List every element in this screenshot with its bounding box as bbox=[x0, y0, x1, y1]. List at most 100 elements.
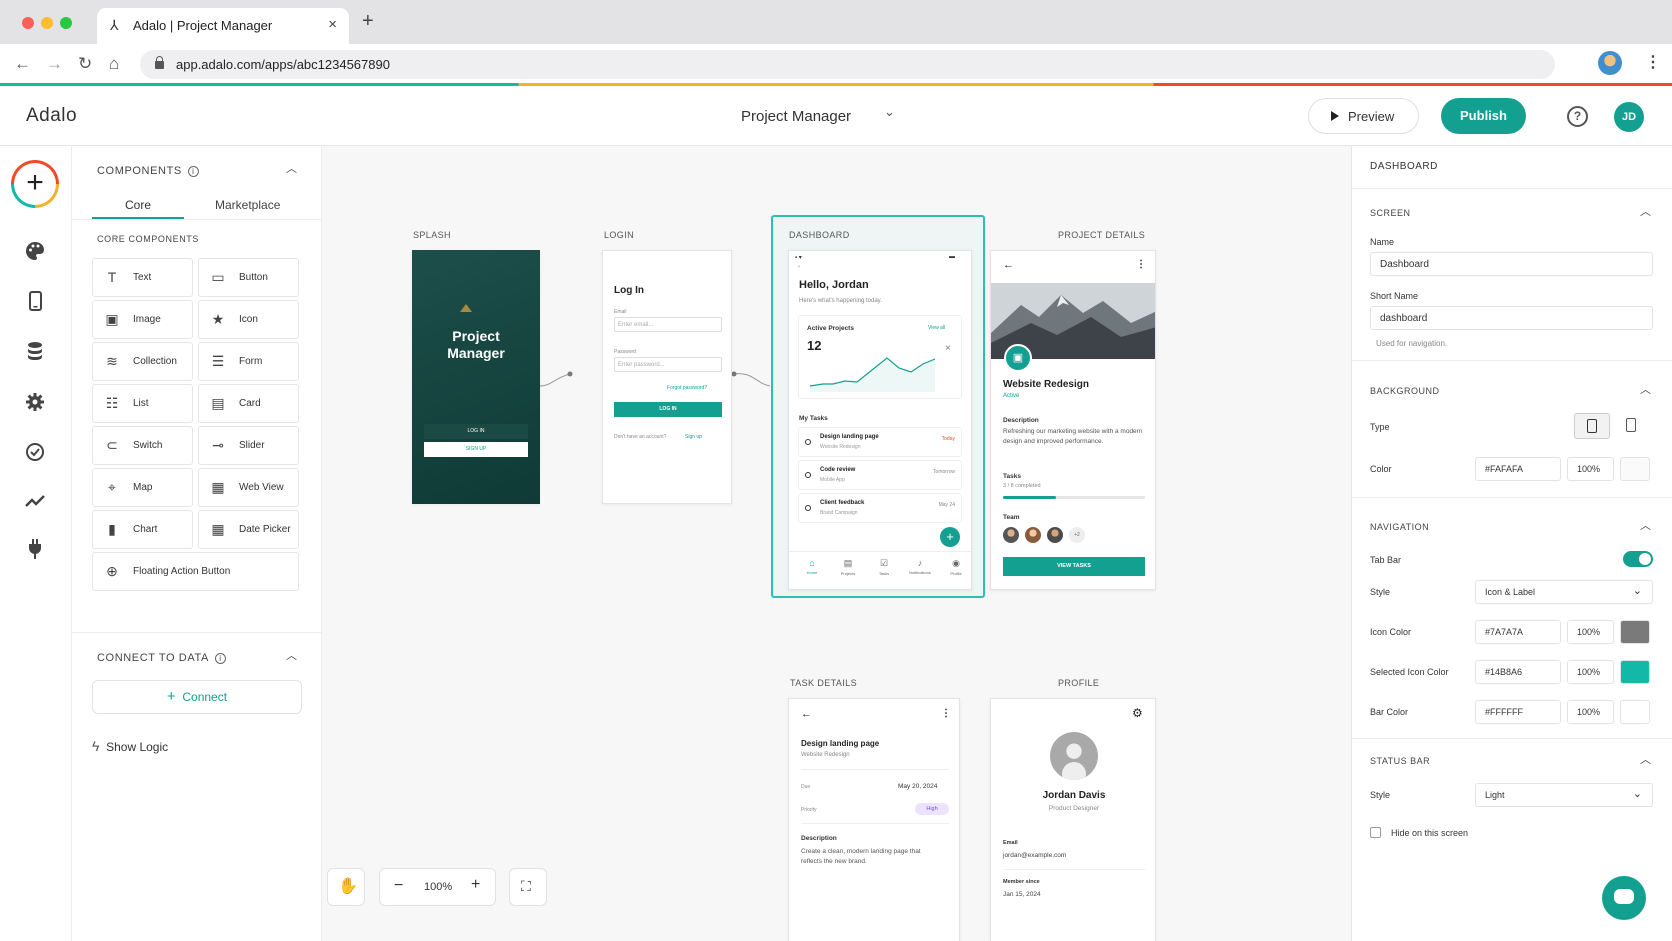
active-projects-card[interactable]: Active Projects View all 12 × bbox=[798, 315, 962, 399]
database-icon[interactable] bbox=[22, 340, 48, 366]
back-arrow-icon[interactable]: ← bbox=[1003, 259, 1014, 271]
show-logic-toggle[interactable]: ϟ Show Logic bbox=[92, 738, 168, 754]
view-all-link[interactable]: View all bbox=[928, 325, 945, 331]
splash-login-button[interactable]: LOG IN bbox=[424, 424, 528, 439]
task-checkbox-icon[interactable] bbox=[805, 505, 811, 511]
user-avatar[interactable]: JD bbox=[1614, 102, 1644, 132]
add-component-button[interactable]: + bbox=[11, 160, 59, 208]
check-circle-icon[interactable] bbox=[22, 441, 48, 467]
bar-opacity-input[interactable]: 100% bbox=[1567, 700, 1614, 724]
collapse-chevron-icon[interactable]: ︿ bbox=[1640, 203, 1651, 219]
component-list[interactable]: ☷ List bbox=[92, 384, 193, 423]
profile-avatar[interactable] bbox=[1050, 732, 1098, 780]
component-form[interactable]: ☰ Form bbox=[198, 342, 299, 381]
component-date-picker[interactable]: ▦ Date Picker bbox=[198, 510, 299, 549]
tab-tasks[interactable]: ☑ Tasks bbox=[867, 558, 901, 576]
view-tasks-button[interactable]: VIEW TASKS bbox=[1003, 557, 1145, 576]
publish-button[interactable]: Publish bbox=[1441, 98, 1526, 134]
close-icon[interactable]: × bbox=[945, 343, 951, 354]
phone-icon[interactable] bbox=[22, 290, 48, 316]
more-icon[interactable]: ⋮ bbox=[1136, 259, 1146, 270]
palette-icon[interactable] bbox=[22, 240, 48, 266]
collapse-chevron-icon[interactable]: ︿ bbox=[286, 647, 297, 663]
login-screen[interactable]: Log In Email Enter email... Password Ent… bbox=[602, 250, 732, 504]
password-input[interactable]: Enter password... bbox=[614, 357, 722, 372]
profile-screen[interactable]: ⚙ Jordan Davis Product Designer Email jo… bbox=[990, 698, 1156, 941]
team-avatar[interactable] bbox=[1047, 527, 1063, 543]
preview-button[interactable]: Preview bbox=[1308, 98, 1419, 134]
fit-screen-button[interactable]: ⛶ bbox=[509, 868, 547, 906]
selected-icon-opacity-input[interactable]: 100% bbox=[1567, 660, 1614, 684]
task-row[interactable]: Design landing page Website Redesign Today bbox=[798, 427, 962, 457]
component-web-view[interactable]: ▦ Web View bbox=[198, 468, 299, 507]
icon-color-input[interactable]: #7A7A7A bbox=[1475, 620, 1561, 644]
minimize-window-dot[interactable] bbox=[41, 17, 53, 29]
analytics-icon[interactable] bbox=[22, 490, 48, 516]
tab-projects[interactable]: ▤ Projects bbox=[831, 558, 865, 576]
tab-home[interactable]: ⌂ Home bbox=[795, 558, 829, 575]
tab-profile[interactable]: ◉ Profile bbox=[939, 558, 971, 576]
component-collection[interactable]: ≋ Collection bbox=[92, 342, 193, 381]
home-icon[interactable]: ⌂ bbox=[109, 54, 119, 74]
collapse-chevron-icon[interactable]: ︿ bbox=[1640, 751, 1651, 767]
component-chart[interactable]: ▮ Chart bbox=[92, 510, 193, 549]
plug-icon[interactable] bbox=[22, 538, 48, 564]
project-selector[interactable]: Project Manager bbox=[741, 108, 851, 125]
connect-button[interactable]: + Connect bbox=[92, 680, 302, 714]
builder-canvas[interactable]: SPLASH LOGIN DASHBOARD PROJECT DETAILS T… bbox=[322, 146, 1351, 941]
login-button[interactable]: LOG IN bbox=[614, 402, 722, 417]
reload-icon[interactable]: ↻ bbox=[78, 54, 92, 74]
back-icon[interactable]: ← bbox=[14, 54, 31, 74]
selected-icon-color-input[interactable]: #14B8A6 bbox=[1475, 660, 1561, 684]
email-input[interactable]: Enter email... bbox=[614, 317, 722, 332]
team-avatar[interactable] bbox=[1003, 527, 1019, 543]
close-window-dot[interactable] bbox=[22, 17, 34, 29]
zoom-out-icon[interactable]: − bbox=[394, 877, 403, 895]
selected-icon-color-swatch[interactable] bbox=[1620, 660, 1650, 684]
short-name-input[interactable]: dashboard bbox=[1370, 306, 1653, 330]
zoom-in-icon[interactable]: + bbox=[471, 876, 480, 894]
component-icon[interactable]: ★ Icon bbox=[198, 300, 299, 339]
bg-color-swatch[interactable] bbox=[1620, 457, 1650, 481]
task-row[interactable]: Client feedback Brand Campaign May 24 bbox=[798, 493, 962, 523]
component-map[interactable]: ⌖ Map bbox=[92, 468, 193, 507]
info-icon[interactable]: i bbox=[214, 652, 226, 664]
team-avatar[interactable] bbox=[1025, 527, 1041, 543]
browser-tab[interactable]: ⅄ Adalo | Project Manager × bbox=[97, 8, 349, 44]
tab-close-icon[interactable]: × bbox=[328, 16, 337, 33]
splash-signup-button[interactable]: SIGN UP bbox=[424, 442, 528, 457]
task-details-screen[interactable]: ← ⋮ Design landing page Website Redesign… bbox=[788, 698, 960, 941]
tab-core[interactable]: Core bbox=[125, 198, 151, 212]
bar-color-swatch[interactable] bbox=[1620, 700, 1650, 724]
signup-link[interactable]: Sign up bbox=[685, 434, 702, 440]
settings-gear-icon[interactable]: ⚙ bbox=[1132, 706, 1143, 720]
type-tablet-option[interactable] bbox=[1614, 413, 1650, 439]
tab-notifications[interactable]: ♪ Notifications bbox=[903, 558, 937, 575]
bg-color-input[interactable]: #FAFAFA bbox=[1475, 457, 1561, 481]
back-icon[interactable]: ‹ bbox=[798, 264, 800, 270]
tab-bar-toggle[interactable] bbox=[1623, 551, 1653, 567]
more-icon[interactable]: ⋮ bbox=[941, 708, 951, 719]
chat-support-button[interactable] bbox=[1602, 876, 1646, 920]
component-switch[interactable]: ⊂ Switch bbox=[92, 426, 193, 465]
forgot-password-link[interactable]: Forgot password? bbox=[667, 385, 707, 391]
browser-menu-icon[interactable]: ⋮ bbox=[1645, 52, 1661, 72]
team-more-badge[interactable]: +2 bbox=[1069, 527, 1085, 543]
icon-opacity-input[interactable]: 100% bbox=[1567, 620, 1614, 644]
chevron-down-icon[interactable]: ⌄ bbox=[884, 104, 895, 120]
tab-marketplace[interactable]: Marketplace bbox=[215, 198, 280, 212]
project-details-screen[interactable]: ← ⋮ ▣ Website Redesign Active Descriptio… bbox=[990, 250, 1156, 590]
collapse-chevron-icon[interactable]: ︿ bbox=[1640, 381, 1651, 397]
component-card[interactable]: ▤ Card bbox=[198, 384, 299, 423]
back-arrow-icon[interactable]: ← bbox=[801, 708, 812, 720]
component-floating-action-button[interactable]: ⊕ Floating Action Button bbox=[92, 552, 299, 591]
collapse-chevron-icon[interactable]: ︿ bbox=[286, 160, 297, 176]
help-icon[interactable]: ? bbox=[1567, 106, 1588, 127]
forward-icon[interactable]: → bbox=[46, 54, 63, 74]
icon-color-swatch[interactable] bbox=[1620, 620, 1650, 644]
task-row[interactable]: Code review Mobile App Tomorrow bbox=[798, 460, 962, 490]
bg-opacity-input[interactable]: 100% bbox=[1567, 457, 1614, 481]
dashboard-screen[interactable]: ▪ ▾ ▬ ‹ Hello, Jordan Here's what's happ… bbox=[788, 250, 972, 590]
component-image[interactable]: ▣ Image bbox=[92, 300, 193, 339]
type-phone-option[interactable] bbox=[1574, 413, 1610, 439]
